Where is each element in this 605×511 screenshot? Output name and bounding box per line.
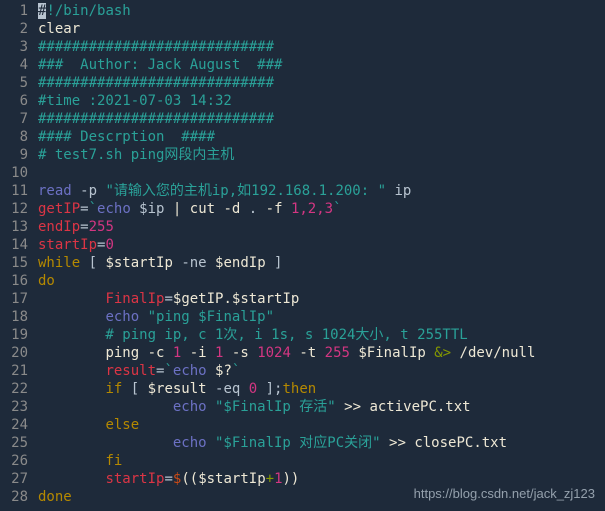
code-line: echo "ping $FinalIp" [38,308,605,326]
code-line [38,164,605,182]
line-number: 4 [0,56,28,74]
line-number: 23 [0,398,28,416]
code-line: clear [38,20,605,38]
line-number: 13 [0,218,28,236]
code-line: # ping ip, c 1次, i 1s, s 1024大小, t 255TT… [38,326,605,344]
code-line: result=`echo $?` [38,362,605,380]
code-line: echo "$FinalIp 对应PC关闭" >> closePC.txt [38,434,605,452]
line-number: 15 [0,254,28,272]
code-editor: 1 2 3 4 5 6 7 8 9 10 11 12 13 14 15 16 1… [0,0,605,506]
code-line: else [38,416,605,434]
line-number: 11 [0,182,28,200]
code-line: #!/bin/bash [38,2,605,20]
code-line: while [ $startIp -ne $endIp ] [38,254,605,272]
code-line: if [ $result -eq 0 ];then [38,380,605,398]
line-number: 19 [0,326,28,344]
code-line: ### Author: Jack August ### [38,56,605,74]
line-number: 7 [0,110,28,128]
line-number: 20 [0,344,28,362]
code-line: #### Descrption #### [38,128,605,146]
line-number: 12 [0,200,28,218]
line-number: 2 [0,20,28,38]
code-line: ping -c 1 -i 1 -s 1024 -t 255 $FinalIp &… [38,344,605,362]
watermark-text: https://blog.csdn.net/jack_zj123 [414,485,595,503]
line-number: 27 [0,470,28,488]
line-number: 21 [0,362,28,380]
code-area[interactable]: #!/bin/bash clear ######################… [38,2,605,506]
code-line: echo "$FinalIp 存活" >> activePC.txt [38,398,605,416]
line-number: 1 [0,2,28,20]
line-number: 3 [0,38,28,56]
code-line: read -p "请输入您的主机ip,如192.168.1.200: " ip [38,182,605,200]
code-line: #time :2021-07-03 14:32 [38,92,605,110]
code-line: ############################ [38,38,605,56]
line-number: 10 [0,164,28,182]
code-line: FinalIp=$getIP.$startIp [38,290,605,308]
code-line: fi [38,452,605,470]
line-number: 8 [0,128,28,146]
line-number: 9 [0,146,28,164]
code-line: do [38,272,605,290]
line-number: 25 [0,434,28,452]
code-line: ############################ [38,110,605,128]
code-line: endIp=255 [38,218,605,236]
code-line: getIP=`echo $ip | cut -d . -f 1,2,3` [38,200,605,218]
line-number-gutter: 1 2 3 4 5 6 7 8 9 10 11 12 13 14 15 16 1… [0,2,38,506]
line-number: 6 [0,92,28,110]
line-number: 5 [0,74,28,92]
line-number: 24 [0,416,28,434]
code-line: # test7.sh ping网段内主机 [38,146,605,164]
code-line: startIp=0 [38,236,605,254]
line-number: 22 [0,380,28,398]
line-number: 18 [0,308,28,326]
line-number: 16 [0,272,28,290]
code-line: ############################ [38,74,605,92]
line-number: 17 [0,290,28,308]
line-number: 14 [0,236,28,254]
line-number: 28 [0,488,28,506]
line-number: 26 [0,452,28,470]
